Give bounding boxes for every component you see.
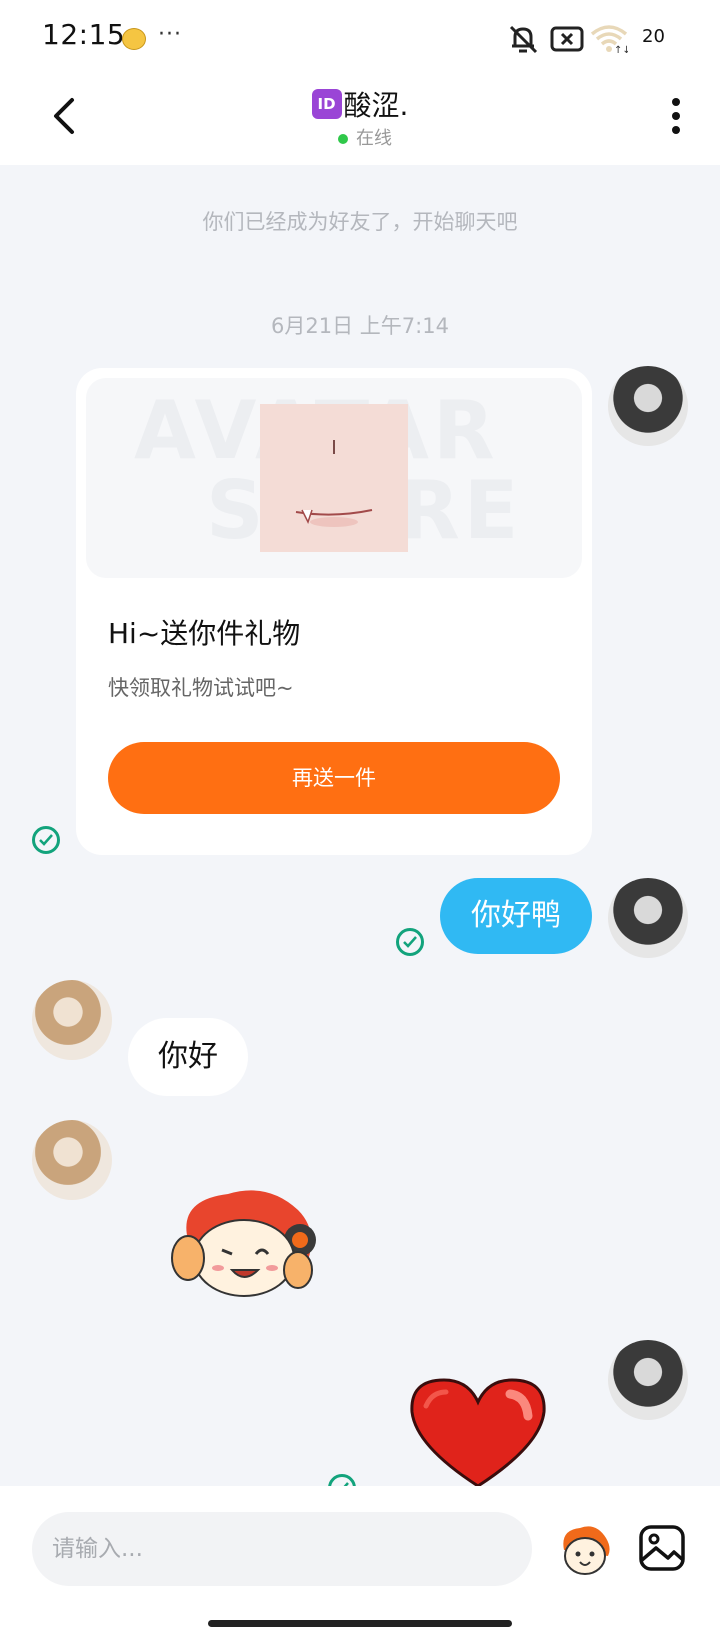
svg-text:↑↓: ↑↓ (614, 45, 628, 54)
peer-avatar[interactable] (32, 980, 112, 1060)
more-vertical-icon[interactable] (664, 96, 688, 136)
my-message-bubble[interactable]: 你好鸭 (440, 878, 592, 954)
send-another-gift-button[interactable]: 再送一件 (108, 742, 560, 814)
heart-sticker-image[interactable] (406, 1376, 550, 1488)
status-time: 12:15 (42, 18, 126, 51)
contact-name: 酸涩. (343, 89, 409, 122)
id-badge-icon: ID (311, 89, 342, 119)
notification-app-icon (122, 28, 146, 50)
screen-off-icon (550, 26, 584, 52)
image-picker-icon[interactable] (638, 1524, 686, 1572)
gift-title: Hi~送你件礼物 (108, 617, 301, 650)
sent-check-icon (396, 928, 424, 956)
muted-bell-icon (509, 25, 538, 54)
wifi-icon: ↑↓ (590, 25, 628, 54)
sent-check-icon (32, 826, 60, 854)
peer-message-bubble[interactable]: 你好 (128, 1018, 248, 1096)
gift-subtitle: 快领取礼物试试吧~ (108, 676, 294, 700)
message-input[interactable] (32, 1512, 532, 1586)
my-avatar[interactable] (608, 1340, 688, 1420)
battery-level: 20 (642, 26, 665, 47)
sticker-image[interactable] (168, 1180, 324, 1302)
message-timestamp: 6月21日 上午7:14 (271, 314, 449, 338)
online-status: 在线 (310, 124, 420, 149)
my-avatar[interactable] (608, 366, 688, 446)
more-notifications-icon: ··· (158, 22, 182, 47)
my-avatar[interactable] (608, 878, 688, 958)
friend-added-notice: 你们已经成为好友了，开始聊天吧 (202, 210, 518, 234)
peer-avatar[interactable] (32, 1120, 112, 1200)
chat-title: ID 酸涩. (200, 84, 520, 124)
online-dot-icon (338, 134, 348, 144)
emoji-sticker-icon[interactable] (556, 1522, 614, 1580)
back-arrow-icon[interactable] (46, 96, 86, 136)
gift-avatar-image (260, 404, 408, 552)
online-label: 在线 (356, 128, 392, 149)
home-indicator[interactable] (208, 1620, 512, 1627)
